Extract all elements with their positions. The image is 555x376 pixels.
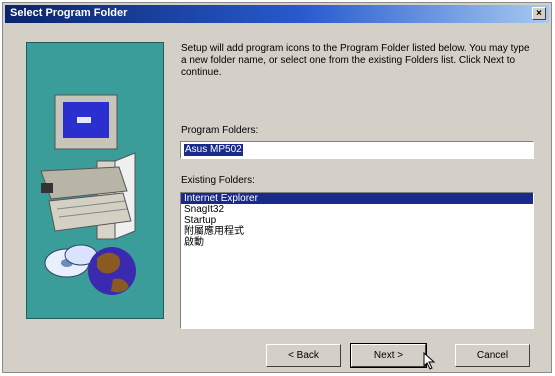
list-item[interactable]: 附屬應用程式 <box>181 226 533 237</box>
computer-illustration <box>40 94 136 295</box>
existing-folders-label: Existing Folders: <box>181 175 255 186</box>
back-button[interactable]: < Back <box>266 344 341 367</box>
window-title: Select Program Folder <box>10 7 128 19</box>
cancel-button[interactable]: Cancel <box>455 344 530 367</box>
instructions-text: Setup will add program icons to the Prog… <box>181 43 530 78</box>
computer-icon <box>40 94 136 240</box>
list-item[interactable]: SnagIt32 <box>181 204 533 215</box>
next-button[interactable]: Next > <box>350 343 427 368</box>
program-folder-input[interactable]: Asus MP502 <box>180 141 534 159</box>
program-folders-label: Program Folders: <box>181 125 259 136</box>
list-item[interactable]: Internet Explorer <box>181 193 533 204</box>
mouse-cursor-icon <box>423 352 436 370</box>
list-item[interactable]: Startup <box>181 215 533 226</box>
list-item[interactable]: 啟動 <box>181 237 533 248</box>
program-folder-value: Asus MP502 <box>184 144 243 156</box>
globe-icon <box>88 247 136 295</box>
existing-folders-list[interactable]: Internet Explorer SnagIt32 Startup 附屬應用程… <box>180 192 534 329</box>
setup-banner <box>26 42 164 319</box>
close-button[interactable]: × <box>532 7 546 20</box>
title-bar[interactable]: Select Program Folder × <box>5 5 549 23</box>
close-icon: × <box>536 8 542 19</box>
